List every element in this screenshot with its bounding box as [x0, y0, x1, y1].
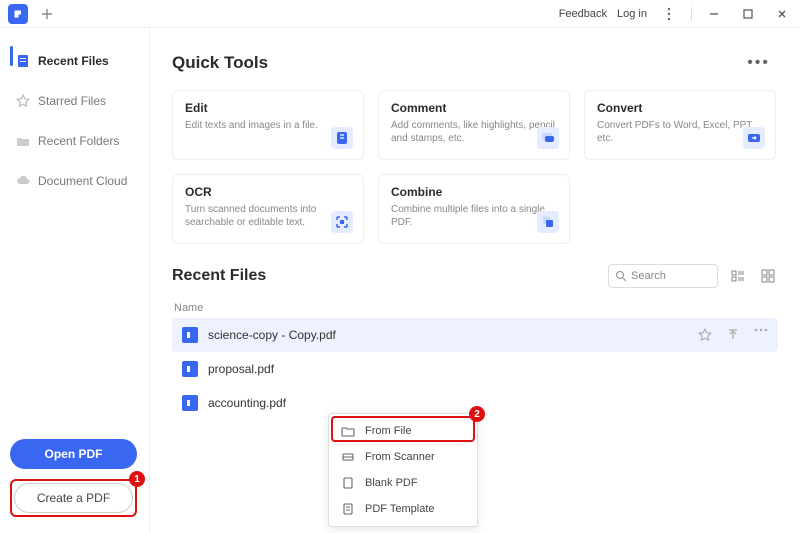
- recent-files-title: Recent Files: [172, 267, 266, 285]
- annotation-highlight-1: 1 Create a PDF: [10, 479, 137, 517]
- file-row[interactable]: science-copy - Copy.pdf: [172, 318, 778, 352]
- popup-item-blank-pdf[interactable]: Blank PDF: [329, 470, 477, 496]
- file-name: proposal.pdf: [208, 362, 274, 376]
- tool-desc: Combine multiple files into a single PDF…: [391, 203, 557, 229]
- tool-comment[interactable]: Comment Add comments, like highlights, p…: [378, 90, 570, 160]
- file-name: accounting.pdf: [208, 396, 286, 410]
- tool-desc: Add comments, like highlights, pencil an…: [391, 119, 557, 145]
- tool-desc: Edit texts and images in a file.: [185, 119, 351, 132]
- sidebar-item-label: Recent Files: [38, 54, 109, 68]
- popup-item-pdf-template[interactable]: PDF Template: [329, 496, 477, 522]
- comment-icon: [537, 127, 559, 149]
- pdf-icon: [182, 327, 198, 343]
- folder-icon: [16, 134, 30, 148]
- tool-title: OCR: [185, 185, 351, 199]
- sidebar-item-document-cloud[interactable]: Document Cloud: [8, 166, 139, 196]
- blank-page-icon: [341, 476, 355, 490]
- document-icon: [16, 54, 30, 68]
- create-pdf-button[interactable]: Create a PDF: [14, 483, 133, 513]
- maximize-button[interactable]: [736, 3, 760, 25]
- tool-title: Edit: [185, 101, 351, 115]
- edit-icon: [331, 127, 353, 149]
- feedback-link[interactable]: Feedback: [559, 8, 607, 20]
- grid-view-button[interactable]: [758, 266, 778, 286]
- sidebar-item-recent-files[interactable]: Recent Files: [8, 46, 139, 76]
- tool-title: Comment: [391, 101, 557, 115]
- open-pdf-button[interactable]: Open PDF: [10, 439, 137, 469]
- search-icon: [615, 270, 627, 282]
- star-icon[interactable]: [698, 328, 712, 342]
- annotation-badge-1: 1: [129, 471, 145, 487]
- pdf-icon: [182, 361, 198, 377]
- folder-outline-icon: [341, 424, 355, 438]
- search-input[interactable]: Search: [608, 264, 718, 288]
- ocr-icon: [331, 211, 353, 233]
- scanner-icon: [341, 450, 355, 464]
- main-content: Quick Tools ••• Edit Edit texts and imag…: [150, 28, 800, 533]
- quick-tools-grid: Edit Edit texts and images in a file. Co…: [172, 90, 778, 244]
- combine-icon: [537, 211, 559, 233]
- close-button[interactable]: [770, 3, 794, 25]
- search-placeholder: Search: [631, 270, 666, 282]
- app-logo: [8, 4, 28, 24]
- sidebar-item-starred-files[interactable]: Starred Files: [8, 86, 139, 116]
- file-row[interactable]: proposal.pdf: [172, 352, 778, 386]
- popup-item-from-scanner[interactable]: From Scanner: [329, 444, 477, 470]
- sidebar-item-label: Starred Files: [38, 94, 106, 108]
- popup-item-label: From File: [365, 425, 411, 437]
- tool-desc: Convert PDFs to Word, Excel, PPT, etc.: [597, 119, 763, 145]
- tool-combine[interactable]: Combine Combine multiple files into a si…: [378, 174, 570, 244]
- tool-title: Combine: [391, 185, 557, 199]
- tool-convert[interactable]: Convert Convert PDFs to Word, Excel, PPT…: [584, 90, 776, 160]
- template-icon: [341, 502, 355, 516]
- popup-item-label: Blank PDF: [365, 477, 418, 489]
- popup-item-label: From Scanner: [365, 451, 435, 463]
- tool-ocr[interactable]: OCR Turn scanned documents into searchab…: [172, 174, 364, 244]
- minimize-button[interactable]: [702, 3, 726, 25]
- popup-item-label: PDF Template: [365, 503, 435, 515]
- more-icon[interactable]: [754, 328, 768, 342]
- column-header-name: Name: [172, 298, 778, 318]
- new-tab-button[interactable]: [36, 3, 58, 25]
- kebab-menu[interactable]: [657, 3, 681, 25]
- sidebar-item-recent-folders[interactable]: Recent Folders: [8, 126, 139, 156]
- active-indicator: [10, 46, 13, 66]
- tool-title: Convert: [597, 101, 763, 115]
- cloud-icon: [16, 174, 30, 188]
- tool-edit[interactable]: Edit Edit texts and images in a file.: [172, 90, 364, 160]
- sidebar-item-label: Document Cloud: [38, 174, 127, 188]
- upload-icon[interactable]: [726, 328, 740, 342]
- quick-tools-title: Quick Tools: [172, 53, 268, 73]
- titlebar: Feedback Log in: [0, 0, 800, 28]
- list-view-button[interactable]: [728, 266, 748, 286]
- pdf-icon: [182, 395, 198, 411]
- create-pdf-popup: 2 From File From Scanner Blank PDF PDF T…: [328, 413, 478, 527]
- tool-desc: Turn scanned documents into searchable o…: [185, 203, 351, 229]
- star-icon: [16, 94, 30, 108]
- annotation-badge-2: 2: [469, 406, 485, 422]
- sidebar-item-label: Recent Folders: [38, 134, 119, 148]
- file-name: science-copy - Copy.pdf: [208, 328, 336, 342]
- login-link[interactable]: Log in: [617, 8, 647, 20]
- sidebar: Recent Files Starred Files Recent Folder…: [0, 28, 150, 533]
- quick-tools-more[interactable]: •••: [739, 50, 778, 76]
- popup-item-from-file[interactable]: From File: [329, 418, 477, 444]
- convert-icon: [743, 127, 765, 149]
